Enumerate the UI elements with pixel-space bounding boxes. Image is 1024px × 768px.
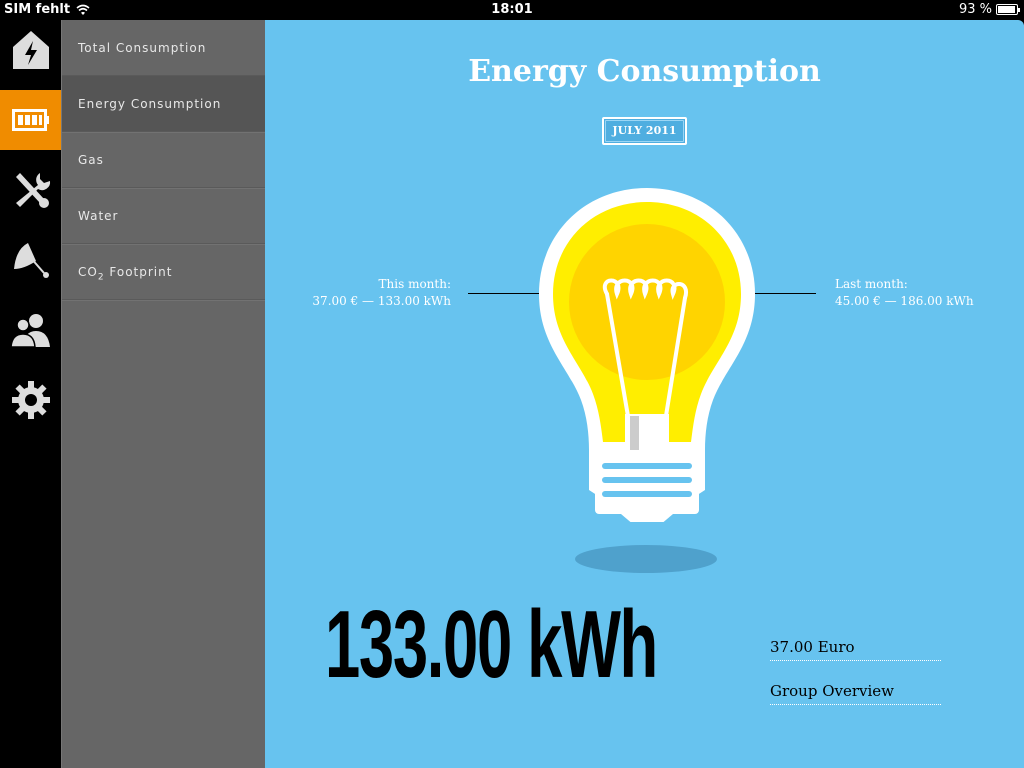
battery-percent: 93 % <box>958 2 992 17</box>
bulb-shadow <box>575 545 717 573</box>
page-title: Energy Consumption <box>468 54 821 89</box>
menu-item-gas[interactable]: Gas <box>62 132 265 188</box>
this-month-value: 37.00 € — 133.00 kWh <box>312 294 451 308</box>
rail-item-settings[interactable] <box>0 370 61 430</box>
rail-item-energy[interactable] <box>0 90 67 150</box>
gear-icon <box>11 381 50 419</box>
consumption-total: 133.00 kWh <box>325 591 658 698</box>
menu-item-label: Water <box>78 209 119 223</box>
tools-icon <box>15 173 50 208</box>
battery-fill <box>998 6 1015 13</box>
period-selector[interactable]: JULY 2011 <box>602 117 687 145</box>
this-month-callout: This month: 37.00 € — 133.00 kWh <box>312 276 451 310</box>
rail-item-group[interactable] <box>0 300 61 360</box>
submenu-panel: Total Consumption Energy Consumption Gas… <box>61 20 272 768</box>
house-lightning-icon <box>12 31 49 69</box>
menu-item-subscript: 2 <box>97 272 105 283</box>
light-bulb-icon <box>539 188 755 522</box>
menu-item-total-consumption[interactable]: Total Consumption <box>62 20 265 76</box>
last-month-label: Last month: <box>835 277 908 291</box>
battery-icon <box>11 109 49 131</box>
menu-item-co2-footprint[interactable]: CO2 Footprint <box>62 244 265 300</box>
menu-item-label: Gas <box>78 153 104 167</box>
euro-amount[interactable]: 37.00 Euro <box>770 638 941 661</box>
rail-item-tools[interactable] <box>0 160 61 220</box>
last-month-value: 45.00 € — 186.00 kWh <box>835 294 974 308</box>
icon-rail <box>0 20 67 768</box>
battery-icon <box>996 4 1020 15</box>
menu-item-water[interactable]: Water <box>62 188 265 244</box>
clock: 18:01 <box>491 2 533 17</box>
group-overview-link[interactable]: Group Overview <box>770 682 941 705</box>
battery-status: 93 % <box>958 2 1020 17</box>
menu-item-energy-consumption[interactable]: Energy Consumption <box>62 76 272 132</box>
menu-item-label-suffix: Footprint <box>104 265 173 279</box>
this-month-label: This month: <box>378 277 451 291</box>
status-bar: SIM fehlt 18:01 93 % <box>0 0 1024 20</box>
last-month-callout: Last month: 45.00 € — 186.00 kWh <box>835 276 974 310</box>
menu-item-label: Total Consumption <box>78 41 207 55</box>
group-icon <box>9 314 50 348</box>
menu-item-label: CO <box>78 265 98 279</box>
rail-item-dish[interactable] <box>0 230 61 290</box>
main-panel: Energy Consumption JULY 2011 This month:… <box>265 20 1024 768</box>
menu-item-label: Energy Consumption <box>78 97 222 111</box>
rail-item-home[interactable] <box>0 20 61 80</box>
satellite-dish-icon <box>13 243 49 278</box>
